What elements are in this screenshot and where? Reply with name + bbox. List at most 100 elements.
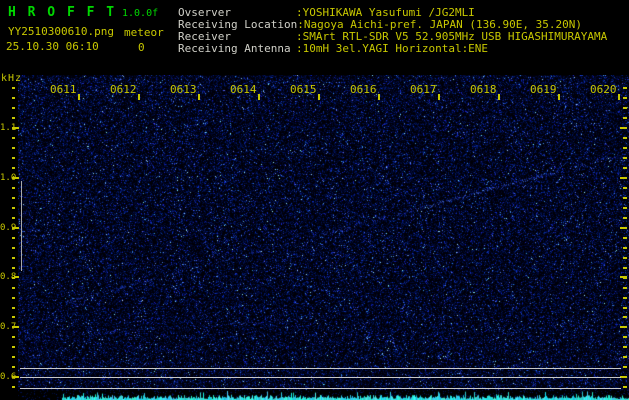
- time-tick-label: 0616: [350, 83, 377, 96]
- time-tick-label: 0615: [290, 83, 317, 96]
- time-tick-label: 0613: [170, 83, 197, 96]
- freq-minor-tick: [12, 137, 15, 140]
- hrofft-window: H R O F F T 1.0.0f YY2510300610.png mete…: [0, 0, 629, 400]
- time-tick-label: 0611: [50, 83, 77, 96]
- minute-tick: [618, 94, 620, 100]
- freq-minor-tick: [12, 87, 15, 90]
- datetime-label: 25.10.30 06:10: [6, 40, 99, 53]
- freq-minor-tick-right: [623, 366, 627, 369]
- freq-minor-tick: [12, 356, 15, 359]
- freq-minor-tick: [12, 266, 15, 269]
- freq-minor-tick-right: [623, 87, 627, 90]
- freq-minor-tick-right: [623, 296, 627, 299]
- freq-minor-tick: [12, 236, 15, 239]
- freq-tick-label: 0.7: [0, 322, 17, 333]
- calibration-line-h: [20, 368, 621, 369]
- freq-tick-label: 1.1: [0, 123, 17, 133]
- freq-minor-tick: [12, 306, 15, 309]
- freq-minor-tick: [12, 97, 15, 100]
- freq-minor-tick: [12, 286, 15, 289]
- minute-tick: [378, 94, 380, 100]
- freq-minor-tick-right: [623, 316, 627, 319]
- freq-minor-tick: [12, 366, 15, 369]
- freq-major-tick: [14, 176, 19, 179]
- time-tick-label: 0617: [410, 83, 437, 96]
- freq-major-tick-right: [620, 127, 627, 129]
- freq-minor-tick-right: [623, 157, 627, 160]
- minute-tick: [78, 94, 80, 100]
- minute-tick: [258, 94, 260, 100]
- freq-minor-tick: [12, 157, 15, 160]
- freq-minor-tick: [12, 386, 15, 389]
- freq-minor-tick-right: [623, 256, 627, 259]
- freq-major-tick-right: [620, 176, 627, 179]
- freq-minor-tick: [12, 246, 15, 249]
- minute-tick: [438, 94, 440, 100]
- time-tick-label: 0614: [230, 83, 257, 96]
- freq-major-tick-right: [620, 376, 627, 378]
- minute-tick: [558, 94, 560, 100]
- freq-minor-tick: [12, 336, 15, 339]
- minute-tick: [318, 94, 320, 100]
- freq-major-tick: [14, 127, 19, 129]
- freq-minor-tick-right: [623, 356, 627, 359]
- freq-minor-tick-right: [623, 137, 627, 140]
- freq-minor-tick-right: [623, 266, 627, 269]
- freq-minor-tick-right: [623, 286, 627, 289]
- minute-tick: [138, 94, 140, 100]
- freq-minor-tick-right: [623, 246, 627, 249]
- time-tick-label: 0620: [590, 83, 617, 96]
- spectrogram-canvas: [18, 75, 629, 400]
- freq-minor-tick: [12, 296, 15, 299]
- freq-minor-tick-right: [623, 196, 627, 199]
- freq-minor-tick-right: [623, 107, 627, 110]
- calibration-line-h: [20, 377, 621, 378]
- freq-minor-tick-right: [623, 386, 627, 389]
- time-tick-label: 0618: [470, 83, 497, 96]
- freq-minor-tick: [12, 206, 15, 209]
- freq-tick-label: 0.8: [0, 272, 17, 283]
- freq-minor-tick: [12, 316, 15, 319]
- freq-minor-tick: [12, 187, 15, 189]
- freq-minor-tick-right: [623, 147, 627, 150]
- freq-minor-tick: [12, 196, 15, 199]
- minute-tick: [498, 94, 500, 100]
- freq-minor-tick: [12, 117, 15, 120]
- freq-minor-tick: [12, 147, 15, 150]
- app-version-label: 1.0.0f: [122, 8, 159, 19]
- freq-minor-tick-right: [623, 187, 627, 189]
- mode-label: meteor: [124, 26, 164, 39]
- freq-minor-tick: [12, 216, 15, 219]
- freq-minor-tick-right: [623, 97, 627, 100]
- freq-minor-tick: [12, 256, 15, 259]
- freq-minor-tick-right: [623, 236, 627, 239]
- time-tick-label: 0619: [530, 83, 557, 96]
- freq-minor-tick: [12, 346, 15, 349]
- freq-minor-tick-right: [623, 306, 627, 309]
- calibration-line-v: [21, 181, 22, 271]
- station-info-row: Receiving Antenna :10mH 3el.YAGI Horizon…: [178, 43, 628, 55]
- freq-minor-tick: [12, 167, 15, 170]
- minute-tick: [198, 94, 200, 100]
- freq-major-tick: [14, 226, 19, 229]
- info-value: :10mH 3el.YAGI Horizontal:ENE: [296, 42, 489, 55]
- freq-minor-tick-right: [623, 117, 627, 120]
- freq-minor-tick-right: [623, 346, 627, 349]
- station-info-block: Ovserver :YOSHIKAWA Yasufumi /JG2MLI Rec…: [178, 7, 628, 55]
- freq-tick-label: 0.6: [0, 372, 17, 382]
- freq-major-tick-right: [620, 226, 627, 229]
- meteor-count-label: 0: [138, 41, 145, 54]
- freq-major-tick: [14, 376, 19, 378]
- freq-major-tick: [14, 276, 19, 279]
- freq-major-tick-right: [620, 276, 627, 279]
- freq-tick-label: 1.0: [0, 172, 17, 183]
- output-filename-label: YY2510300610.png: [8, 25, 114, 38]
- freq-tick-label: 0.9: [0, 222, 17, 233]
- freq-minor-tick-right: [623, 216, 627, 219]
- app-title: H R O F F T: [8, 5, 117, 20]
- time-tick-label: 0612: [110, 83, 137, 96]
- calibration-line-h: [20, 388, 621, 389]
- freq-major-tick: [14, 326, 19, 329]
- freq-minor-tick: [12, 107, 15, 110]
- freq-minor-tick-right: [623, 206, 627, 209]
